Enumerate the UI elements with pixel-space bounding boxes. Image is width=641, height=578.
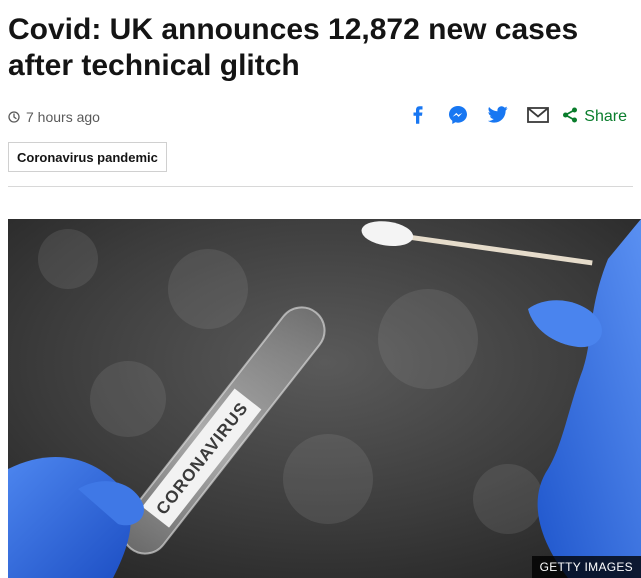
email-icon — [527, 106, 550, 128]
topic-tag-link[interactable]: Coronavirus pandemic — [8, 142, 167, 172]
share-tools: Share — [398, 103, 633, 131]
twitter-share-button[interactable] — [478, 103, 518, 131]
messenger-icon — [448, 105, 468, 130]
article-meta-row: 7 hours ago Share — [8, 103, 633, 131]
email-share-button[interactable] — [518, 103, 558, 131]
facebook-icon — [412, 105, 424, 129]
clock-icon — [8, 111, 20, 123]
image-credit: GETTY IMAGES — [531, 556, 641, 578]
hero-illustration: CORONAVIRUS — [8, 219, 641, 578]
share-label: Share — [584, 108, 627, 125]
share-icon — [562, 107, 578, 128]
hero-image: CORONAVIRUS GETTY IMAGES — [8, 219, 641, 578]
messenger-share-button[interactable] — [438, 103, 478, 131]
share-button[interactable]: Share — [562, 107, 633, 128]
timestamp: 7 hours ago — [8, 109, 100, 125]
timestamp-text: 7 hours ago — [26, 109, 100, 125]
twitter-icon — [488, 106, 508, 128]
facebook-share-button[interactable] — [398, 103, 438, 131]
article-headline: Covid: UK announces 12,872 new cases aft… — [8, 13, 579, 82]
divider — [8, 186, 633, 187]
